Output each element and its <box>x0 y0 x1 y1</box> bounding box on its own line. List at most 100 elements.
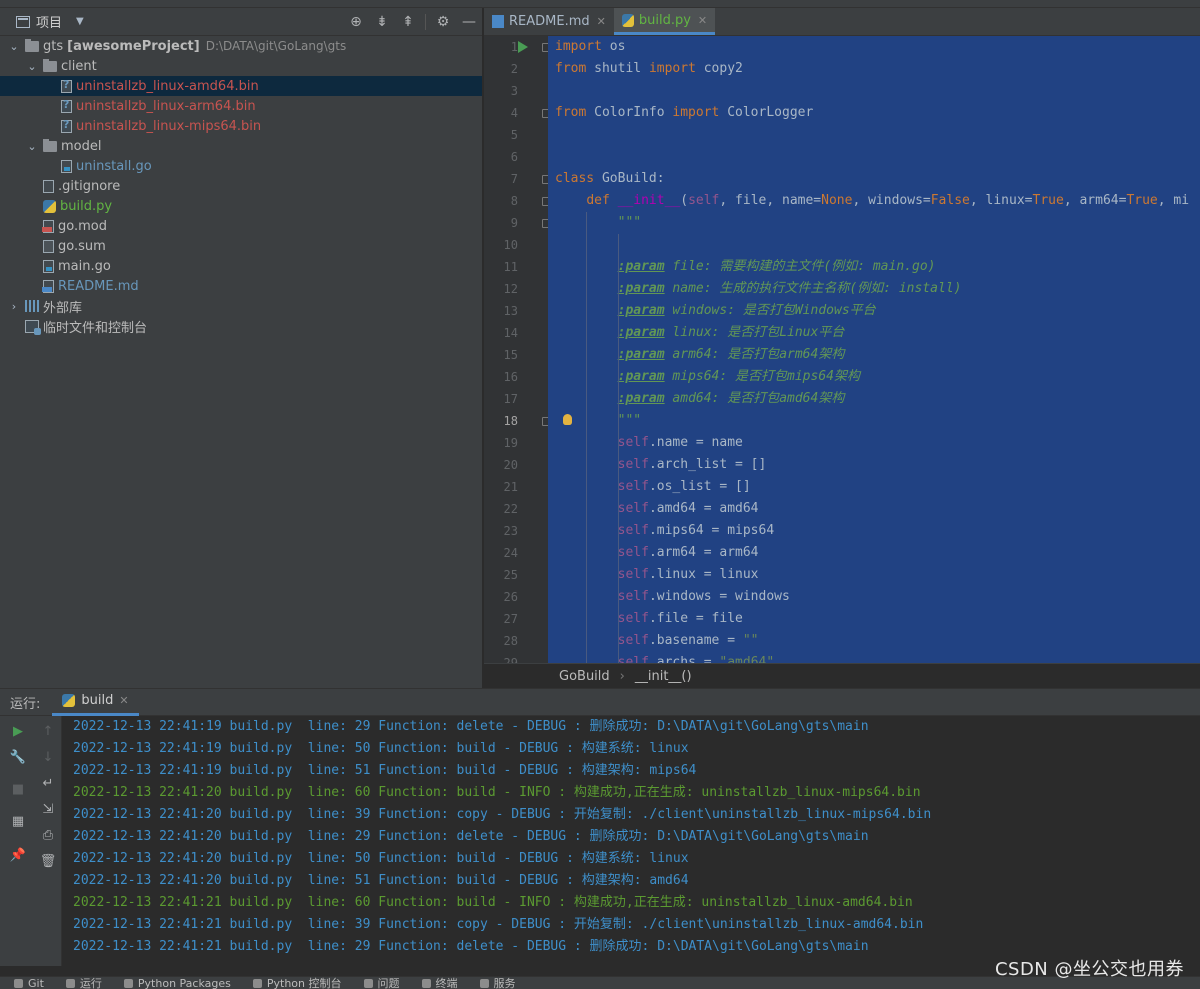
tree-item[interactable]: › 外部库 <box>0 296 482 316</box>
code-line[interactable]: :param name: 生成的执行文件主名称(例如: install) <box>548 278 1200 300</box>
status-bar-item[interactable]: Git <box>14 977 44 989</box>
tree-item[interactable]: 临时文件和控制台 <box>0 316 482 336</box>
expand-all-icon[interactable]: ⇟ <box>369 11 395 33</box>
tree-item[interactable]: go.mod <box>0 216 482 236</box>
stop-icon[interactable]: ■ <box>7 778 29 800</box>
close-icon[interactable]: ✕ <box>698 14 707 27</box>
chevron-right-icon[interactable]: › <box>8 300 20 313</box>
code-line[interactable] <box>548 124 1200 146</box>
code-text[interactable]: import os from shutil import copy2 from Co… <box>548 36 1200 663</box>
code-line[interactable]: from shutil import copy2 <box>548 58 1200 80</box>
code-line[interactable]: self.os_list = [] <box>548 476 1200 498</box>
status-bar-label: 服务 <box>493 976 516 989</box>
gear-icon[interactable]: ⚙ <box>430 11 456 33</box>
code-line[interactable]: :param file: 需要构建的主文件(例如: main.go) <box>548 256 1200 278</box>
code-line[interactable]: from ColorInfo import ColorLogger <box>548 102 1200 124</box>
run-gutter-icon[interactable] <box>518 41 528 53</box>
code-line[interactable] <box>548 234 1200 256</box>
code-line[interactable]: self.name = name <box>548 432 1200 454</box>
code-line[interactable]: self.arch_list = [] <box>548 454 1200 476</box>
arrow-up-icon[interactable]: ↑ <box>37 720 59 742</box>
code-line[interactable]: :param amd64: 是否打包amd64架构 <box>548 388 1200 410</box>
code-line[interactable]: self.linux = linux <box>548 564 1200 586</box>
code-line[interactable]: self.windows = windows <box>548 586 1200 608</box>
tree-item[interactable]: uninstall.go <box>0 156 482 176</box>
tree-item[interactable]: uninstallzb_linux-arm64.bin <box>0 96 482 116</box>
tree-item-label: uninstallzb_linux-amd64.bin <box>76 78 259 94</box>
rerun-icon[interactable]: ▶ <box>7 720 29 742</box>
tree-item[interactable]: README.md <box>0 276 482 296</box>
code-editor[interactable]: 1 2 3 4 5 6 7 8 9 10 11 12 13 14 15 16 17 18 19 20 21 22 23 24 2… <box>484 36 1200 663</box>
close-icon[interactable]: ✕ <box>119 694 128 707</box>
editor-tab[interactable]: README.md ✕ <box>484 8 614 35</box>
editor-tab[interactable]: build.py ✕ <box>613 8 716 35</box>
code-line[interactable]: :param linux: 是否打包Linux平台 <box>548 322 1200 344</box>
gof-icon <box>61 159 72 173</box>
chevron-down-icon[interactable]: ⌄ <box>8 40 20 53</box>
line-number: 26 <box>484 586 548 608</box>
status-bar-item[interactable]: Python Packages <box>123 976 231 989</box>
code-line[interactable]: """ <box>548 410 1200 432</box>
code-line[interactable]: self.amd64 = amd64 <box>548 498 1200 520</box>
code-line[interactable]: self.archs = "amd64" <box>548 652 1200 663</box>
code-line[interactable]: self.arm64 = arm64 <box>548 542 1200 564</box>
status-bar-item[interactable]: 运行 <box>65 977 102 989</box>
status-bar-item[interactable]: 问题 <box>363 977 400 989</box>
tree-item-label: go.mod <box>58 218 107 234</box>
run-header: 运行: build ✕ <box>0 689 1200 716</box>
code-line[interactable] <box>548 146 1200 168</box>
close-icon[interactable]: ✕ <box>597 15 606 28</box>
code-line[interactable]: self.basename = "" <box>548 630 1200 652</box>
lightbulb-icon[interactable] <box>563 414 572 425</box>
status-bar-label: Python Packages <box>137 976 231 989</box>
layout-icon[interactable]: ▦ <box>7 810 29 832</box>
code-line[interactable]: class GoBuild: <box>548 168 1200 190</box>
status-bar-item[interactable]: 服务 <box>479 976 516 989</box>
line-number: 19 <box>484 432 548 454</box>
arrow-down-icon[interactable]: ↓ <box>37 746 59 768</box>
tree-item[interactable]: uninstallzb_linux-mips64.bin <box>0 116 482 136</box>
code-line[interactable] <box>548 80 1200 102</box>
status-bar-item[interactable]: Python 控制台 <box>252 977 342 989</box>
run-tab-build[interactable]: build ✕ <box>52 689 139 716</box>
pin-icon[interactable]: 📌 <box>7 844 29 866</box>
wrench-icon[interactable]: 🔧 <box>7 746 29 768</box>
console-output[interactable]: 2022-12-13 22:41:19 build.py line: 29 Fu… <box>73 716 1193 966</box>
locate-file-icon[interactable]: ⊕ <box>343 11 369 33</box>
collapse-all-icon[interactable]: ⇞ <box>395 11 421 33</box>
breadcrumb-class[interactable]: GoBuild <box>559 669 610 684</box>
tree-item[interactable]: ⌄ client <box>0 56 482 76</box>
code-line[interactable]: """ <box>548 212 1200 234</box>
line-number-text: 23 <box>503 524 518 538</box>
tree-item[interactable]: main.go <box>0 256 482 276</box>
code-line[interactable]: import os <box>548 36 1200 58</box>
breadcrumb-method[interactable]: __init__() <box>635 669 692 684</box>
tree-item[interactable]: go.sum <box>0 236 482 256</box>
chevron-down-icon[interactable]: ▼ <box>76 16 84 27</box>
chevron-down-icon[interactable]: ⌄ <box>26 140 38 153</box>
editor-tab-bar: README.md ✕ build.py ✕ <box>484 8 1200 36</box>
gitf-icon <box>43 179 54 193</box>
tree-item[interactable]: ⌄ model <box>0 136 482 156</box>
project-panel-title[interactable]: 项目 <box>36 12 62 31</box>
line-number: 17 <box>484 388 548 410</box>
status-bar-item[interactable]: 终端 <box>421 977 458 989</box>
tree-item[interactable]: build.py <box>0 196 482 216</box>
trash-icon[interactable]: 🗑 <box>37 850 59 872</box>
hide-panel-icon[interactable]: — <box>456 11 482 33</box>
scroll-to-end-icon[interactable]: ⇲ <box>37 798 59 820</box>
code-line[interactable]: self.mips64 = mips64 <box>548 520 1200 542</box>
console-log-line: 2022-12-13 22:41:20 build.py line: 60 Fu… <box>73 785 921 800</box>
line-number-text: 6 <box>510 150 518 164</box>
code-line[interactable]: self.file = file <box>548 608 1200 630</box>
code-line[interactable]: :param windows: 是否打包Windows平台 <box>548 300 1200 322</box>
tree-item[interactable]: .gitignore <box>0 176 482 196</box>
code-line[interactable]: def __init__(self, file, name=None, wind… <box>548 190 1200 212</box>
code-line[interactable]: :param arm64: 是否打包arm64架构 <box>548 344 1200 366</box>
code-line[interactable]: :param mips64: 是否打包mips64架构 <box>548 366 1200 388</box>
print-icon[interactable]: ⎙ <box>37 824 59 846</box>
chevron-down-icon[interactable]: ⌄ <box>26 60 38 73</box>
soft-wrap-icon[interactable]: ↵ <box>37 772 59 794</box>
tree-item[interactable]: uninstallzb_linux-amd64.bin <box>0 76 482 96</box>
tree-item[interactable]: ⌄ gts [awesomeProject] D:\DATA\git\GoLang\g… <box>0 36 482 56</box>
